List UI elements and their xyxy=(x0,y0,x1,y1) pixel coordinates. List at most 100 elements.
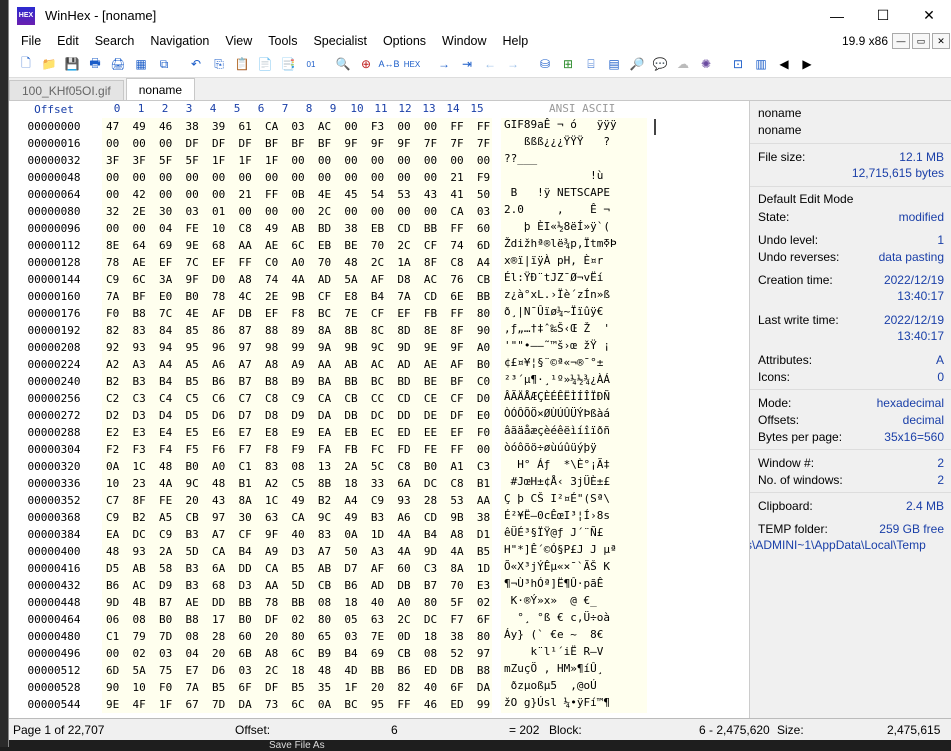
goto-sector-icon[interactable]: ⇥ xyxy=(456,53,478,75)
row-ascii[interactable]: Él:ŸÐ¨tJ­Z¯Ø¬vËí xyxy=(501,271,647,288)
row-bytes[interactable]: 92 93 94 95 96 97 98 99 9A 9B 9C 9D 9E 9… xyxy=(102,339,517,356)
row-ascii[interactable]: žO g}Úsl ¼•ÿFí™¶ xyxy=(501,696,647,713)
row-ascii[interactable]: 2.0 , Ê ¬ xyxy=(501,203,647,220)
clipboard-icon[interactable]: 📑 xyxy=(277,53,299,75)
new-file-icon[interactable]: 🗋 xyxy=(15,53,37,75)
row-ascii[interactable]: âãäåæçèéêëìíîïðñ xyxy=(501,424,647,441)
row-ascii[interactable]: É²¥Ë—0cÊœI³¦Í›8s xyxy=(501,509,647,526)
row-ascii[interactable]: òóôõö÷øùúûüýþÿ xyxy=(501,441,647,458)
undo-icon[interactable]: ↶ xyxy=(185,53,207,75)
row-bytes[interactable]: 00 00 00 DF DF DF BF BF BF 9F 9F 9F 7F 7… xyxy=(102,135,517,152)
row-ascii[interactable]: ¢£¤¥¦§¨©ª«¬­®¯°± xyxy=(501,356,647,373)
row-bytes[interactable]: 00 42 00 00 00 21 FF 0B 4E 45 54 53 43 4… xyxy=(102,186,517,203)
row-bytes[interactable]: 6D 5A 75 E7 D6 03 2C 18 48 4D BB B6 ED D… xyxy=(102,662,517,679)
print-setup-icon[interactable]: 🖨 xyxy=(107,53,129,75)
row-bytes[interactable]: 00 00 00 00 00 00 00 00 00 00 00 00 00 2… xyxy=(102,169,517,186)
menu-help[interactable]: Help xyxy=(495,34,537,48)
row-ascii[interactable]: mZuçÖ , HM»¶íÛ¸ xyxy=(501,662,647,679)
minimize-button[interactable]: — xyxy=(814,0,860,31)
row-ascii[interactable]: ðzµoßµ5 ‚@oÚ xyxy=(501,679,647,696)
row-bytes[interactable]: 32 2E 30 03 01 00 00 00 2C 00 00 00 00 C… xyxy=(102,203,517,220)
copy-block-icon[interactable]: ⎘ xyxy=(208,53,230,75)
menu-search[interactable]: Search xyxy=(87,34,143,48)
properties-icon[interactable]: ▦ xyxy=(130,53,152,75)
row-ascii[interactable]: ‚ƒ„…†‡ˆ‰Š‹Œ Ž ' xyxy=(501,322,647,339)
row-bytes[interactable]: 9D 4B B7 AE DD BB 78 BB 08 18 40 A0 80 5… xyxy=(102,594,517,611)
tab-gif-file[interactable]: 100_KHf05OI.gif xyxy=(9,80,124,100)
row-bytes[interactable]: C1 79 7D 08 28 60 20 80 65 03 7E 0D 18 3… xyxy=(102,628,517,645)
row-bytes[interactable]: 9E 4F 1F 67 7D DA 73 6C 0A BC 95 FF 46 E… xyxy=(102,696,517,713)
row-ascii[interactable]: ²³´µ¶·¸¹º»¼½¾¿ÀÁ xyxy=(501,373,647,390)
row-ascii[interactable]: K·®Ý»x» @ €_ xyxy=(501,594,647,611)
row-bytes[interactable]: 00 00 04 FE 10 C8 49 AB BD 38 EB CD BB F… xyxy=(102,220,517,237)
window-list-icon[interactable]: ▥ xyxy=(750,53,772,75)
row-bytes[interactable]: C7 8F FE 20 43 8A 1C 49 B2 A4 C9 93 28 5… xyxy=(102,492,517,509)
menu-file[interactable]: File xyxy=(13,34,49,48)
row-bytes[interactable]: EA DC C9 B3 A7 CF 9F 40 83 0A 1D 4A B4 A… xyxy=(102,526,517,543)
row-bytes[interactable]: B2 B3 B4 B5 B6 B7 B8 B9 BA BB BC BD BE B… xyxy=(102,373,517,390)
disk-icon[interactable]: ⛁ xyxy=(534,53,556,75)
calculator-icon[interactable]: ▤ xyxy=(603,53,625,75)
row-bytes[interactable]: E2 E3 E4 E5 E6 E7 E8 E9 EA EB EC ED EE E… xyxy=(102,424,517,441)
row-ascii[interactable]: ð¸|N¯Ûïø¼~Ïïûÿ€ xyxy=(501,305,647,322)
replace-hex-icon[interactable]: HEX xyxy=(401,53,423,75)
mdi-close-button[interactable]: ✕ xyxy=(932,33,950,49)
menu-specialist[interactable]: Specialist xyxy=(305,34,375,48)
comment-icon[interactable]: 💬 xyxy=(649,53,671,75)
goto-offset-icon[interactable]: → xyxy=(433,53,455,75)
row-bytes[interactable]: 47 49 46 38 39 61 CA 03 AC 00 F3 00 00 F… xyxy=(102,118,517,135)
row-ascii[interactable]: z¿à°xL.›Ïè´zÍn»ß xyxy=(501,288,647,305)
maximize-button[interactable]: ☐ xyxy=(860,0,906,31)
paste-icon[interactable]: 📋 xyxy=(231,53,253,75)
find-text-icon[interactable]: 🔍 xyxy=(332,53,354,75)
row-bytes[interactable]: A2 A3 A4 A5 A6 A7 A8 A9 AA AB AC AD AE A… xyxy=(102,356,517,373)
menu-edit[interactable]: Edit xyxy=(49,34,87,48)
row-ascii[interactable]: x®ï|ïÿÀ pH, È¤r xyxy=(501,254,647,271)
row-ascii[interactable]: ÒÓÔÕÖ×ØÙÚÛÜÝÞßàá xyxy=(501,407,647,424)
row-bytes[interactable]: 48 93 2A 5D CA B4 A9 D3 A7 50 A3 4A 9D 4… xyxy=(102,543,517,560)
open-folder-icon[interactable]: 📁 xyxy=(38,53,60,75)
tile-icon[interactable]: ⊡ xyxy=(727,53,749,75)
row-ascii[interactable]: Áy} (` €e ~ 8€ xyxy=(501,628,647,645)
hex-editor-pane[interactable]: Offset 0 1 2 3 4 5 6 7 8 9 10 11 12 13 14 15 ANSI ASCII… xyxy=(9,101,749,718)
row-bytes[interactable]: B6 AC D9 B3 68 D3 AA 5D CB B6 AD DB B7 7… xyxy=(102,577,517,594)
row-bytes[interactable]: 06 08 B0 B8 17 B0 DF 02 80 05 63 2C DC F… xyxy=(102,611,517,628)
save-icon[interactable]: 💾 xyxy=(61,53,83,75)
row-ascii[interactable]: #JœH±¢Å‹ 3jÜÈ±£ xyxy=(501,475,647,492)
row-bytes[interactable]: 0A 1C 48 B0 A0 C1 83 08 13 2A 5C C8 B0 A… xyxy=(102,458,517,475)
menu-options[interactable]: Options xyxy=(375,34,434,48)
replace-text-icon[interactable]: A↔B xyxy=(378,53,400,75)
row-bytes[interactable]: 7A BF E0 B0 78 4C 2E 9B CF E8 B4 7A CD 6… xyxy=(102,288,517,305)
menu-view[interactable]: View xyxy=(217,34,260,48)
menu-window[interactable]: Window xyxy=(434,34,494,48)
row-bytes[interactable]: D5 AB 58 B3 6A DD CA B5 AB D7 AF 60 C3 8… xyxy=(102,560,517,577)
row-bytes[interactable]: 90 10 F0 7A B5 6F DF B5 35 1F 20 82 40 6… xyxy=(102,679,492,696)
row-bytes[interactable]: 10 23 4A 9C 48 B1 A2 C5 8B 18 33 6A DC C… xyxy=(102,475,517,492)
row-bytes[interactable]: D2 D3 D4 D5 D6 D7 D8 D9 DA DB DC DD DE D… xyxy=(102,407,517,424)
search-icon[interactable]: 🔎 xyxy=(626,53,648,75)
tab-noname[interactable]: noname xyxy=(125,78,196,100)
mdi-restore-button[interactable]: ▭ xyxy=(912,33,930,49)
row-ascii[interactable]: Ždižhª®lë¾p,ÏtmߧÞ xyxy=(501,237,647,254)
row-ascii[interactable]: H° Áƒ *\È°¡Ã‡ xyxy=(501,458,647,475)
row-bytes[interactable]: 00 02 03 04 20 6B A8 6C B9 B4 69 CB 08 5… xyxy=(102,645,517,662)
settings-icon[interactable]: ✺ xyxy=(695,53,717,75)
row-ascii[interactable]: °¸ °ß € c,Ü÷oà xyxy=(501,611,647,628)
row-ascii[interactable]: ??___ xyxy=(501,152,647,169)
row-ascii[interactable]: ÂÃÄÅÆÇÈÉÊËÌÍÎÏÐÑ xyxy=(501,390,647,407)
row-bytes[interactable]: C9 B2 A5 CB 97 30 63 CA 9C 49 B3 A6 CD 9… xyxy=(102,509,517,526)
row-ascii[interactable]: '""•–—˜™š›œ žŸ ¡ xyxy=(501,339,647,356)
mdi-minimize-button[interactable]: — xyxy=(892,33,910,49)
menu-navigation[interactable]: Navigation xyxy=(142,34,217,48)
ram-icon[interactable]: ⌸ xyxy=(580,53,602,75)
cloud-icon[interactable]: ☁ xyxy=(672,53,694,75)
row-ascii[interactable]: ßßß¿¿¿ŸŸŸ ? xyxy=(501,135,647,152)
copy-file-icon[interactable]: ⧉ xyxy=(153,53,175,75)
row-ascii[interactable]: þ ÈI«½8ëÍ»ÿ`( xyxy=(501,220,647,237)
row-ascii[interactable]: GIF89aÊ ¬ ó ÿÿÿ xyxy=(501,118,647,135)
row-bytes[interactable]: 78 AE EF 7C EF FF C0 A0 70 48 2C 1A 8F C… xyxy=(102,254,517,271)
binary-icon[interactable]: 01 xyxy=(300,53,322,75)
row-bytes[interactable]: F2 F3 F4 F5 F6 F7 F8 F9 FA FB FC FD FE F… xyxy=(102,441,517,458)
previous-icon[interactable]: ◀ xyxy=(773,53,795,75)
back-icon[interactable]: ← xyxy=(479,53,501,75)
